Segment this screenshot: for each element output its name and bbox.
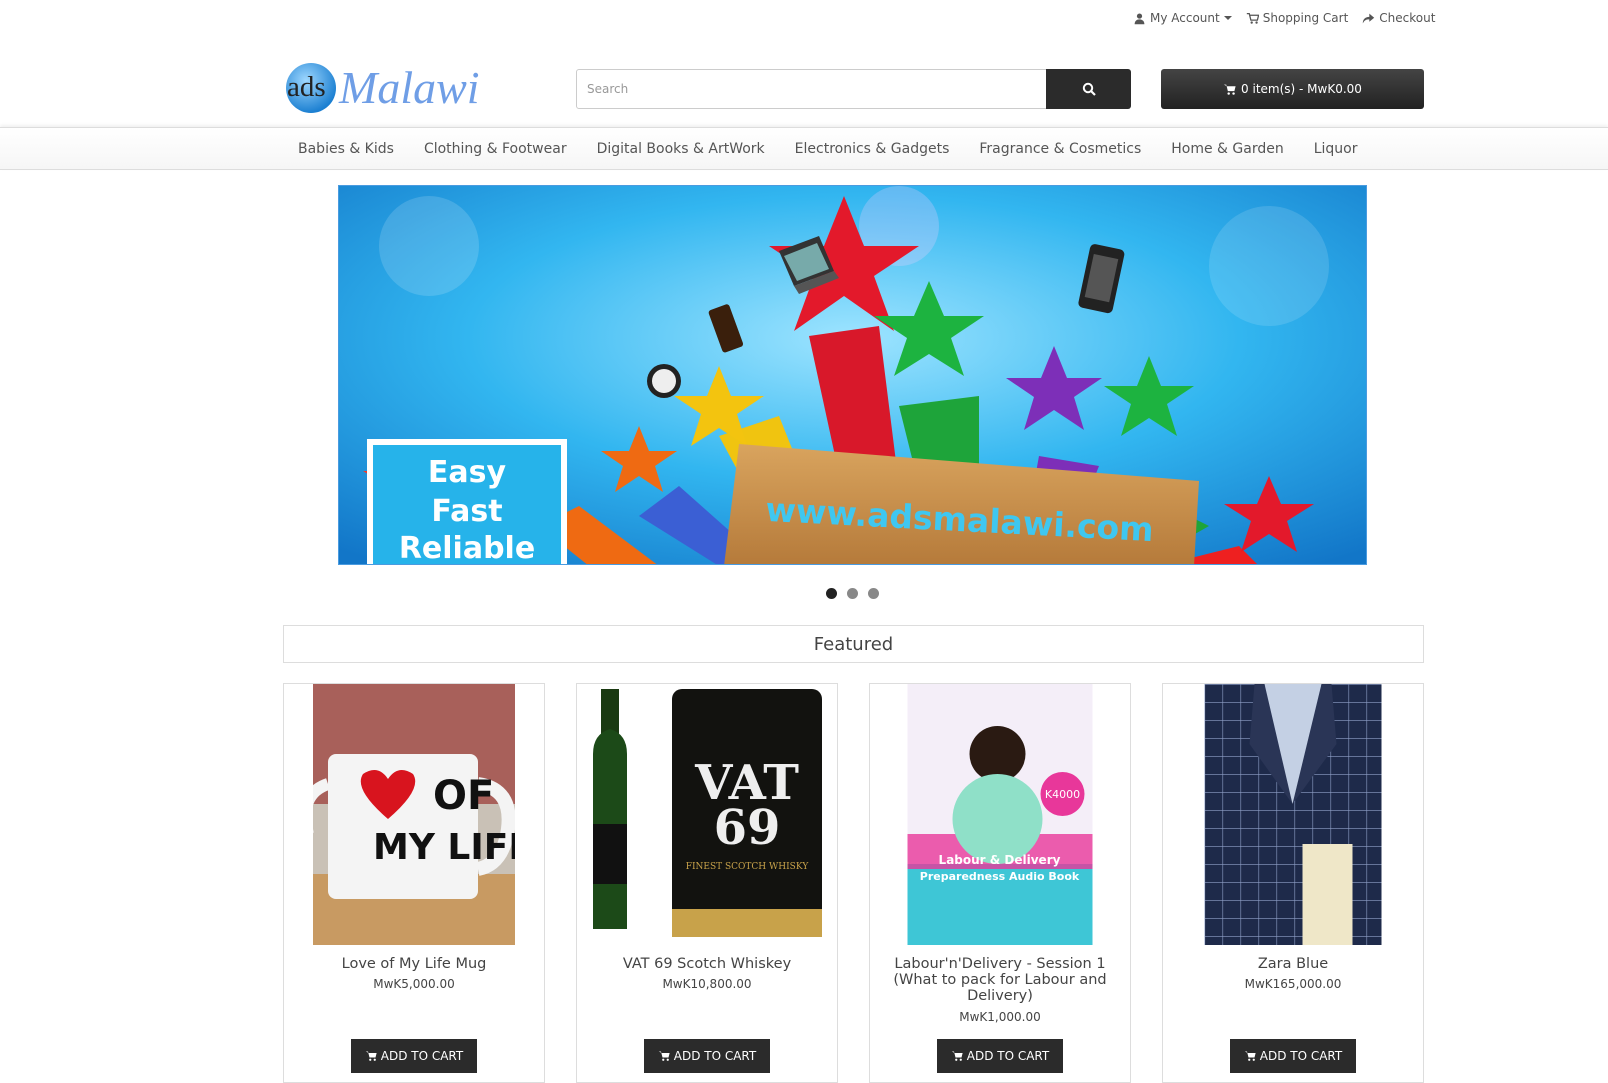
product-name[interactable]: Zara Blue [1171, 956, 1415, 972]
product-name[interactable]: Labour'n'Delivery - Session 1 (What to p… [878, 956, 1122, 1004]
add-to-cart-label: ADD TO CART [966, 1049, 1050, 1063]
hero-banner[interactable]: Easy Fast Reliable www.adsmalawi.com [338, 185, 1367, 565]
share-arrow-icon [1363, 13, 1375, 23]
product-price: MwK165,000.00 [1244, 977, 1342, 991]
logo-name: Malawi [338, 62, 480, 113]
nav-electronics-gadgets[interactable]: Electronics & Gadgets [795, 141, 950, 157]
my-account-link[interactable]: My Account [1133, 11, 1232, 25]
add-to-cart-button[interactable]: ADD TO CART [937, 1039, 1063, 1073]
audiobook-price-badge: K4000 [1045, 788, 1080, 801]
nav-fragrance-cosmetics[interactable]: Fragrance & Cosmetics [979, 141, 1141, 157]
product-card: K4000 Labour & Delivery Preparedness Aud… [869, 683, 1131, 1083]
banner-tagline-box: Easy Fast Reliable [367, 439, 567, 565]
checkout-link[interactable]: Checkout [1362, 11, 1435, 25]
nav-clothing-footwear[interactable]: Clothing & Footwear [424, 141, 567, 157]
shopping-cart-label: Shopping Cart [1262, 11, 1349, 25]
search-input[interactable] [576, 69, 1047, 109]
logo-prefix: ads [287, 71, 326, 103]
product-name[interactable]: VAT 69 Scotch Whiskey [585, 956, 829, 972]
product-name[interactable]: Love of My Life Mug [292, 956, 536, 972]
cart-icon [1223, 84, 1236, 95]
banner-watch-icon [647, 364, 681, 398]
cart-icon [1246, 12, 1259, 24]
search-icon [1082, 82, 1096, 96]
carousel-dot-1[interactable] [826, 588, 837, 599]
product-image-whisky[interactable]: VAT 69 FINEST SCOTCH WHISKY [579, 684, 835, 945]
cart-icon [365, 1051, 377, 1061]
add-to-cart-button[interactable]: ADD TO CART [644, 1039, 770, 1073]
product-price: MwK10,800.00 [662, 977, 752, 991]
search-button[interactable] [1046, 69, 1131, 109]
add-to-cart-button[interactable]: ADD TO CART [351, 1039, 477, 1073]
carousel-dots [826, 588, 879, 599]
product-card: VAT 69 FINEST SCOTCH WHISKY VAT 69 Scotc… [576, 683, 838, 1083]
user-icon [1134, 12, 1145, 24]
top-bar: My Account Shopping Cart Checkout [0, 0, 1608, 36]
audiobook-title-1: Labour & Delivery [939, 853, 1061, 867]
my-account-label: My Account [1150, 11, 1220, 25]
shopping-cart-link[interactable]: Shopping Cart [1246, 11, 1349, 25]
site-logo[interactable]: ads Malawi [284, 58, 540, 116]
cart-summary-text: 0 item(s) - MwK0.00 [1241, 82, 1362, 96]
cart-summary-button[interactable]: 0 item(s) - MwK0.00 [1161, 69, 1424, 109]
audiobook-title-2: Preparedness Audio Book [920, 870, 1080, 883]
whisky-text-3: FINEST SCOTCH WHISKY [686, 862, 810, 872]
cart-icon [1244, 1051, 1256, 1061]
nav-liquor[interactable]: Liquor [1314, 141, 1358, 157]
caret-down-icon [1223, 16, 1232, 20]
product-image-audiobook[interactable]: K4000 Labour & Delivery Preparedness Aud… [907, 684, 1093, 945]
whisky-text-2: 69 [714, 800, 781, 856]
nav-babies-kids[interactable]: Babies & Kids [298, 141, 394, 157]
banner-tagline-2: Fast [431, 494, 502, 529]
featured-heading: Featured [283, 625, 1424, 663]
checkout-label: Checkout [1379, 11, 1436, 25]
nav-home-garden[interactable]: Home & Garden [1171, 141, 1283, 157]
add-to-cart-label: ADD TO CART [1259, 1049, 1343, 1063]
mug-text-2: MY LIFE [373, 827, 515, 868]
banner-tagline-1: Easy [428, 455, 507, 490]
carousel-dot-3[interactable] [868, 588, 879, 599]
cart-icon [658, 1051, 670, 1061]
product-image-suit[interactable] [1204, 684, 1382, 945]
product-card: Zara Blue MwK165,000.00 ADD TO CART [1162, 683, 1424, 1083]
top-links: My Account Shopping Cart Checkout [1133, 11, 1435, 25]
cart-icon [951, 1051, 963, 1061]
product-card: OF MY LIFE Love of My Life Mug MwK5,000.… [283, 683, 545, 1083]
nav-digital-books-artwork[interactable]: Digital Books & ArtWork [597, 141, 765, 157]
add-to-cart-button[interactable]: ADD TO CART [1230, 1039, 1356, 1073]
product-price: MwK5,000.00 [373, 977, 455, 991]
add-to-cart-label: ADD TO CART [380, 1049, 464, 1063]
featured-products: OF MY LIFE Love of My Life Mug MwK5,000.… [283, 683, 1424, 1083]
product-image-mug[interactable]: OF MY LIFE [313, 684, 515, 945]
product-price: MwK1,000.00 [959, 1010, 1041, 1024]
add-to-cart-label: ADD TO CART [673, 1049, 757, 1063]
banner-tagline-3: Reliable [399, 531, 535, 565]
category-nav: Babies & Kids Clothing & Footwear Digita… [0, 127, 1608, 170]
mug-text-1: OF [433, 773, 494, 819]
carousel-dot-2[interactable] [847, 588, 858, 599]
